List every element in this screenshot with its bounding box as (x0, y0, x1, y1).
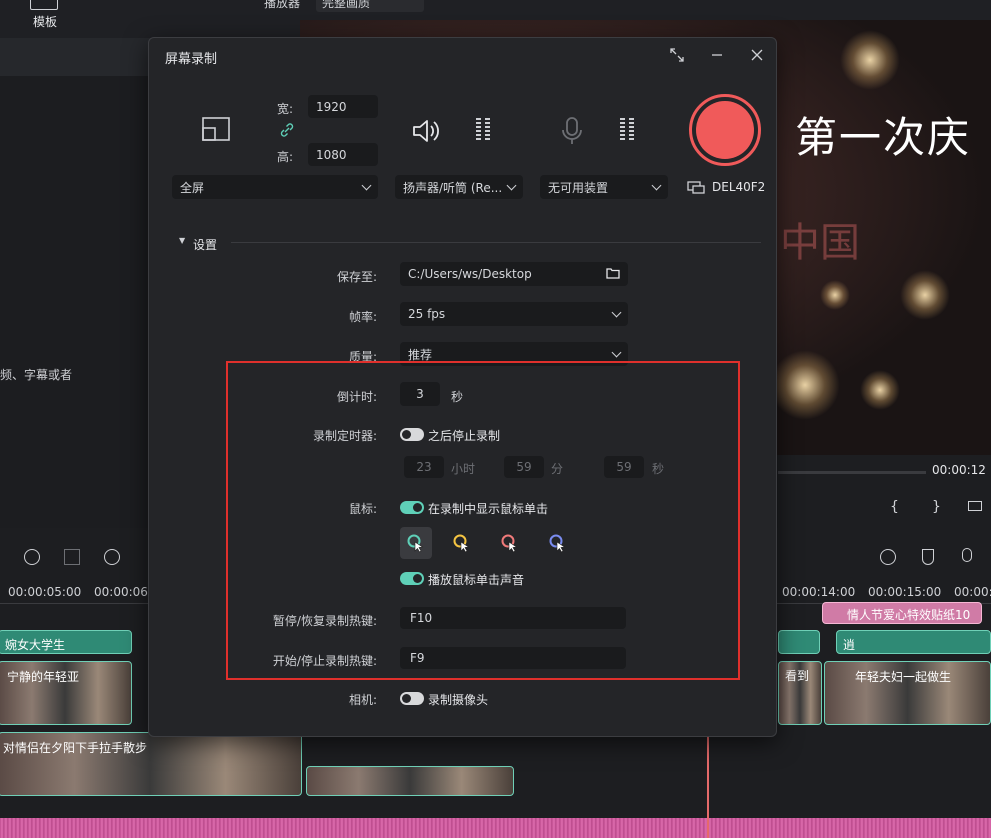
video-clip[interactable]: 年轻夫妇一起做生 (824, 661, 991, 725)
chevron-down-icon (361, 180, 372, 190)
collapse-triangle-icon[interactable]: ▼ (179, 236, 185, 245)
speaker-value: 扬声器/听筒 (Re... (403, 180, 503, 195)
video-clip[interactable]: 对情侣在夕阳下手拉手散步 (0, 732, 302, 796)
expand-icon[interactable] (665, 44, 689, 66)
ruler-label: 00:00:06: (94, 585, 152, 599)
speaker-select[interactable]: 扬声器/听筒 (Re... (395, 175, 523, 199)
width-input[interactable]: 1920 (308, 95, 378, 118)
preview-watermark: 中国 (780, 220, 860, 266)
save-to-label: 保存至: (336, 270, 377, 284)
template-tab[interactable]: 模板 (33, 13, 57, 30)
quality-value: 推荐 (408, 347, 433, 362)
minimize-icon[interactable] (705, 44, 729, 66)
ruler-label: 00:00:05:00 (8, 585, 82, 599)
microphone-select[interactable]: 无可用装置 (540, 175, 668, 199)
close-icon[interactable] (745, 44, 769, 66)
video-clip[interactable]: 看到 (778, 661, 822, 725)
chevron-down-icon (651, 180, 662, 190)
player-controls: 00:00:12 { } (778, 455, 991, 528)
save-path-value: C:/Users/ws/Desktop (408, 267, 532, 281)
record-dot (696, 101, 754, 159)
chevron-down-icon (506, 180, 517, 190)
ruler-label: 00:00:14:00 (782, 585, 856, 599)
microphone-icon[interactable] (559, 116, 585, 150)
preview-caption: 第一次庆 (795, 113, 972, 162)
capture-area-value: 全屏 (180, 180, 205, 195)
quality-dropdown[interactable]: 完整画质 (316, 0, 424, 12)
voiceover-mic-icon[interactable] (962, 548, 972, 562)
player-label: 播放器 (264, 0, 301, 10)
record-button[interactable] (689, 94, 761, 166)
dialog-title: 屏幕录制 (165, 52, 218, 67)
text-clip[interactable] (778, 630, 820, 654)
progress-bar[interactable] (778, 471, 926, 474)
speaker-icon[interactable] (411, 116, 443, 150)
link-aspect-icon[interactable] (279, 122, 295, 142)
mark-in-icon[interactable]: { (890, 499, 899, 515)
camera-toggle-text: 录制摄像头 (428, 693, 489, 707)
settings-header[interactable]: 设置 (193, 236, 217, 253)
ruler-label: 00:00: (954, 585, 991, 599)
template-icon (30, 0, 58, 10)
capture-area-icon[interactable] (201, 116, 233, 148)
height-label: 高: (277, 150, 294, 164)
display-icon[interactable] (968, 501, 982, 511)
marker-icon[interactable] (922, 549, 934, 565)
fps-label: 帧率: (348, 310, 377, 324)
folder-icon[interactable] (606, 267, 620, 282)
capture-area-select[interactable]: 全屏 (172, 175, 378, 199)
mic-level-meter (620, 118, 634, 142)
height-input[interactable]: 1080 (308, 143, 378, 166)
fps-value: 25 fps (408, 307, 446, 321)
left-hint-text: 频、字幕或者 (0, 368, 73, 382)
play-render-icon[interactable] (880, 549, 896, 565)
mark-out-icon[interactable]: } (932, 499, 941, 515)
chevron-down-icon (611, 347, 622, 357)
microphone-value: 无可用装置 (548, 180, 609, 195)
sticker-clip[interactable]: 情人节爱心特效贴纸10 (822, 602, 982, 624)
camera-toggle[interactable] (400, 692, 424, 705)
camera-label: 相机: (348, 693, 377, 707)
video-clip[interactable]: 宁静的年轻亚 (0, 661, 132, 725)
text-clip[interactable]: 婉女大学生 (0, 630, 132, 654)
width-label: 宽: (277, 102, 294, 116)
palette-icon[interactable] (24, 549, 40, 565)
text-clip[interactable]: 逍 (836, 630, 991, 654)
ruler-label: 00:00:15:00 (868, 585, 942, 599)
monitor-icon[interactable] (687, 180, 705, 199)
highlight-annotation-box (226, 361, 740, 680)
video-clip[interactable] (306, 766, 514, 796)
fps-select[interactable]: 25 fps (400, 302, 628, 326)
timer-icon[interactable] (104, 549, 120, 565)
settings-divider (231, 242, 761, 243)
timecode: 00:00:12 (932, 463, 986, 477)
chevron-down-icon (611, 307, 622, 317)
audio-waveform[interactable] (0, 818, 991, 838)
speaker-level-meter (476, 118, 490, 142)
ai-portrait-icon[interactable] (64, 549, 80, 565)
monitor-label: DEL40F2 (712, 180, 766, 194)
save-path-input[interactable]: C:/Users/ws/Desktop (400, 262, 628, 286)
